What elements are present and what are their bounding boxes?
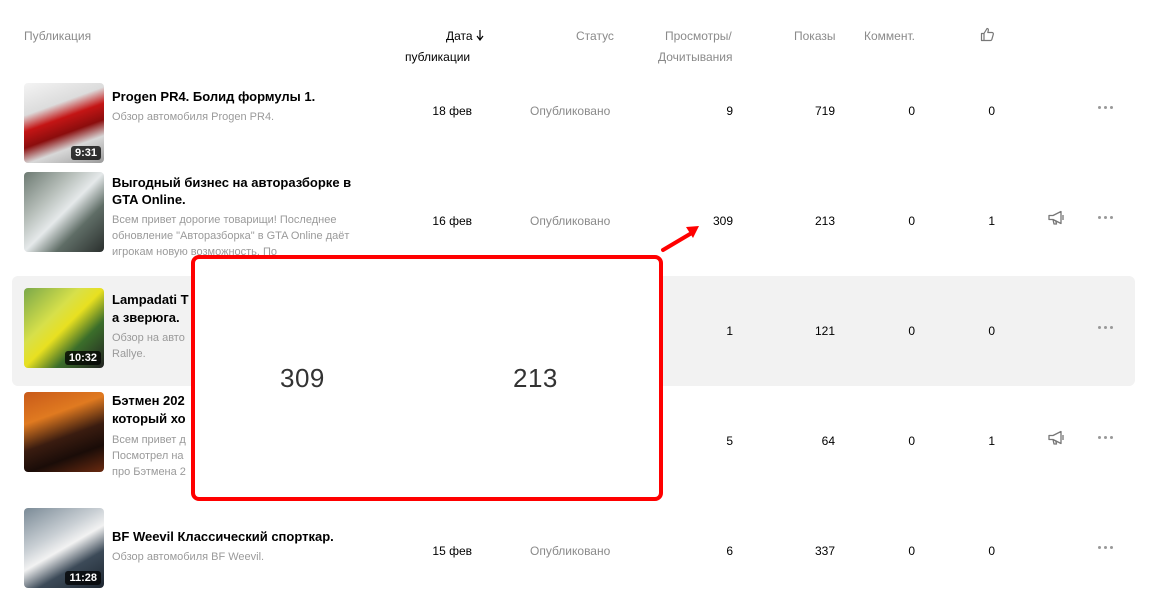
publication-title[interactable]: BF Weevil Классический спорткар. bbox=[112, 528, 367, 545]
views-count: 9 bbox=[726, 104, 733, 118]
likes-count: 0 bbox=[988, 324, 995, 338]
comments-count: 0 bbox=[908, 104, 915, 118]
publication-title[interactable]: Progen PR4. Болид формулы 1. bbox=[112, 88, 367, 105]
video-thumbnail[interactable]: 9:31 bbox=[24, 83, 104, 163]
col-header-impressions[interactable]: Показы bbox=[794, 29, 835, 43]
publication-description: Обзор автомобиля Progen PR4. bbox=[112, 111, 275, 123]
col-header-publication: Публикация bbox=[24, 29, 92, 43]
col-header-date[interactable]: Дата bbox=[446, 29, 484, 43]
views-count: 1 bbox=[726, 324, 733, 338]
publication-title[interactable]: Выгодный бизнес на авторазборке в GTA On… bbox=[112, 174, 367, 208]
zoom-impressions-value: 213 bbox=[513, 363, 558, 393]
views-count: 5 bbox=[726, 434, 733, 448]
comments-count: 0 bbox=[908, 214, 915, 228]
comments-count: 0 bbox=[908, 544, 915, 558]
more-options-icon[interactable] bbox=[1098, 436, 1116, 440]
more-options-icon[interactable] bbox=[1098, 106, 1116, 110]
video-thumbnail[interactable] bbox=[24, 172, 104, 252]
video-thumbnail[interactable]: 11:28 bbox=[24, 508, 104, 588]
arrow-down-icon bbox=[476, 30, 484, 41]
duration-badge: 10:32 bbox=[64, 351, 101, 365]
publication-description: Всем привет дорогие товарищи! Последнее … bbox=[112, 214, 350, 258]
table-row[interactable]: 9:31 Progen PR4. Болид формулы 1. Обзор … bbox=[12, 60, 1135, 170]
comments-count: 0 bbox=[908, 324, 915, 338]
col-header-status[interactable]: Статус bbox=[576, 29, 614, 43]
megaphone-icon[interactable] bbox=[1047, 210, 1067, 226]
table-row[interactable]: 11:28 BF Weevil Классический спорткар. О… bbox=[12, 496, 1135, 606]
impressions-count: 719 bbox=[814, 104, 835, 118]
publication-date: 15 фев bbox=[432, 544, 472, 558]
duration-badge: 11:28 bbox=[65, 571, 101, 585]
status-text: Опубликовано bbox=[530, 214, 611, 228]
impressions-count: 213 bbox=[814, 214, 835, 228]
likes-count: 0 bbox=[988, 104, 995, 118]
views-count: 6 bbox=[726, 544, 733, 558]
impressions-count: 64 bbox=[821, 434, 835, 448]
likes-count: 0 bbox=[988, 544, 995, 558]
status-text: Опубликовано bbox=[530, 544, 611, 558]
zoom-callout: 309 213 bbox=[191, 255, 663, 501]
megaphone-icon[interactable] bbox=[1047, 430, 1067, 446]
more-options-icon[interactable] bbox=[1098, 546, 1116, 550]
duration-badge: 9:31 bbox=[70, 146, 101, 160]
col-header-views[interactable]: Просмотры/ bbox=[665, 29, 732, 43]
more-options-icon[interactable] bbox=[1098, 216, 1116, 220]
likes-count: 1 bbox=[988, 434, 995, 448]
comments-count: 0 bbox=[908, 434, 915, 448]
impressions-count: 337 bbox=[814, 544, 835, 558]
col-header-comments[interactable]: Коммент. bbox=[864, 29, 915, 43]
publication-date: 18 фев bbox=[432, 104, 472, 118]
video-thumbnail[interactable]: 10:32 bbox=[24, 288, 104, 368]
publication-description: Обзор автомобиля BF Weevil. bbox=[112, 551, 265, 563]
video-thumbnail[interactable] bbox=[24, 392, 104, 472]
zoom-views-value: 309 bbox=[280, 363, 325, 393]
publication-date: 16 фев bbox=[432, 214, 472, 228]
annotation-arrow-icon bbox=[661, 226, 699, 252]
more-options-icon[interactable] bbox=[1098, 326, 1116, 330]
likes-count: 1 bbox=[988, 214, 995, 228]
status-text: Опубликовано bbox=[530, 104, 611, 118]
thumbs-up-icon[interactable] bbox=[980, 27, 995, 42]
impressions-count: 121 bbox=[814, 324, 835, 338]
